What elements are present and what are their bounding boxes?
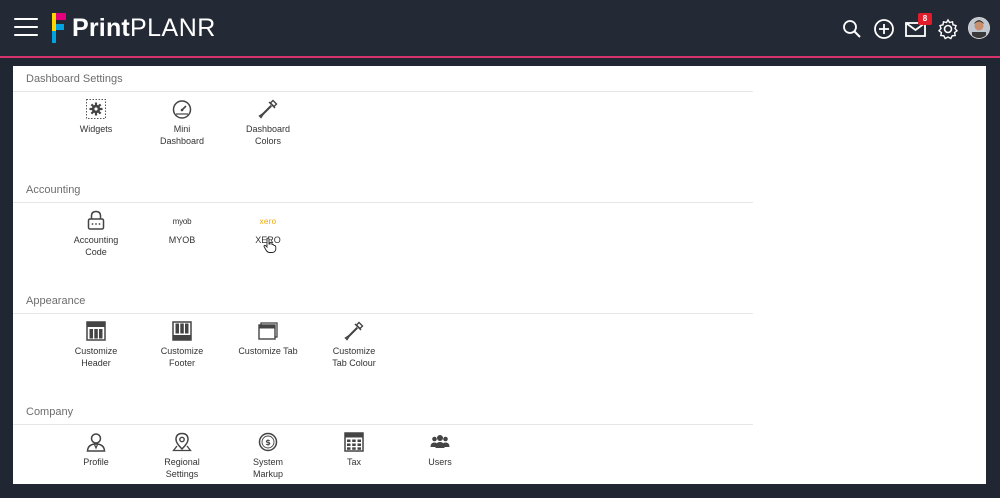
- gear-icon[interactable]: [936, 17, 960, 41]
- gauge-icon: [172, 100, 192, 119]
- search-icon[interactable]: [840, 17, 864, 41]
- item-label: Profile: [83, 457, 109, 467]
- settings-item-customize-tab-colour[interactable]: Customize Tab Colour: [317, 317, 391, 369]
- settings-item-tax[interactable]: Tax: [317, 428, 391, 468]
- logo-text-planr: PLANR: [129, 13, 216, 42]
- header-accent-line: [0, 56, 1000, 58]
- settings-item-mini-dashboard[interactable]: Mini Dashboard: [145, 95, 219, 147]
- settings-item-accounting-code[interactable]: Accounting Code: [59, 206, 133, 258]
- footer-layout-icon: [172, 321, 192, 341]
- add-circle-icon[interactable]: [872, 17, 896, 41]
- top-navigation-bar: Print PLANR 8: [0, 0, 1000, 56]
- divider: [13, 91, 753, 92]
- item-label: Users: [428, 457, 452, 467]
- item-label: Customize Footer: [160, 346, 204, 368]
- location-pin-icon: [172, 432, 192, 452]
- mail-icon[interactable]: 8: [904, 13, 932, 41]
- item-label: System Markup: [252, 457, 283, 479]
- user-avatar[interactable]: [968, 17, 992, 41]
- notification-badge: 8: [918, 13, 932, 25]
- logo-text-print: Print: [72, 13, 130, 42]
- divider: [13, 424, 753, 425]
- browser-tab-icon: [258, 322, 278, 340]
- settings-item-myob[interactable]: myob MYOB: [145, 206, 219, 246]
- myob-logo: myob: [172, 217, 192, 226]
- item-label: Customize Header: [74, 346, 118, 368]
- printplanr-logo[interactable]: Print PLANR: [52, 12, 216, 44]
- item-label: Mini Dashboard: [159, 124, 205, 146]
- section-title: Accounting: [26, 184, 81, 196]
- item-label: Tax: [346, 457, 361, 467]
- widgets-icon: [86, 99, 106, 119]
- divider: [13, 202, 753, 203]
- item-label: Regional Settings: [164, 457, 200, 479]
- settings-item-system-markup[interactable]: $ System Markup: [231, 428, 305, 480]
- section-title: Appearance: [26, 295, 86, 307]
- item-label: MYOB: [168, 235, 196, 245]
- item-label: Customize Tab Colour: [332, 346, 376, 368]
- settings-item-widgets[interactable]: Widgets: [59, 95, 133, 135]
- logo-mark-icon: [52, 13, 66, 43]
- user-profile-icon: [86, 433, 106, 452]
- settings-item-customize-footer[interactable]: Customize Footer: [145, 317, 219, 369]
- settings-item-customize-header[interactable]: Customize Header: [59, 317, 133, 369]
- settings-item-customize-tab[interactable]: Customize Tab: [231, 317, 305, 357]
- tax-calculator-icon: [344, 432, 364, 452]
- lock-icon: [87, 210, 105, 230]
- settings-item-profile[interactable]: Profile: [59, 428, 133, 468]
- eyedropper-icon: [344, 321, 364, 341]
- users-group-icon: [430, 435, 450, 448]
- section-title: Company: [26, 406, 74, 418]
- item-label: Accounting Code: [73, 235, 119, 257]
- eyedropper-icon: [258, 99, 278, 119]
- settings-item-users[interactable]: Users: [403, 428, 477, 468]
- divider: [13, 313, 753, 314]
- settings-item-dashboard-colors[interactable]: Dashboard Colors: [231, 95, 305, 147]
- header-actions: 8: [832, 13, 992, 42]
- xero-logo: xero: [259, 217, 277, 226]
- item-label: Customize Tab: [238, 346, 298, 356]
- svg-text:$: $: [265, 438, 271, 447]
- item-label: Widgets: [79, 124, 113, 134]
- dollar-coin-icon: $: [258, 432, 278, 452]
- section-title: Dashboard Settings: [26, 73, 123, 85]
- header-layout-icon: [86, 321, 106, 341]
- item-label: Dashboard Colors: [245, 124, 291, 146]
- settings-panel: Dashboard Settings Widgets Mini Dashboar…: [13, 66, 986, 484]
- settings-item-regional-settings[interactable]: Regional Settings: [145, 428, 219, 480]
- hand-pointer-cursor-icon: [263, 237, 277, 253]
- hamburger-menu-icon[interactable]: [14, 18, 38, 38]
